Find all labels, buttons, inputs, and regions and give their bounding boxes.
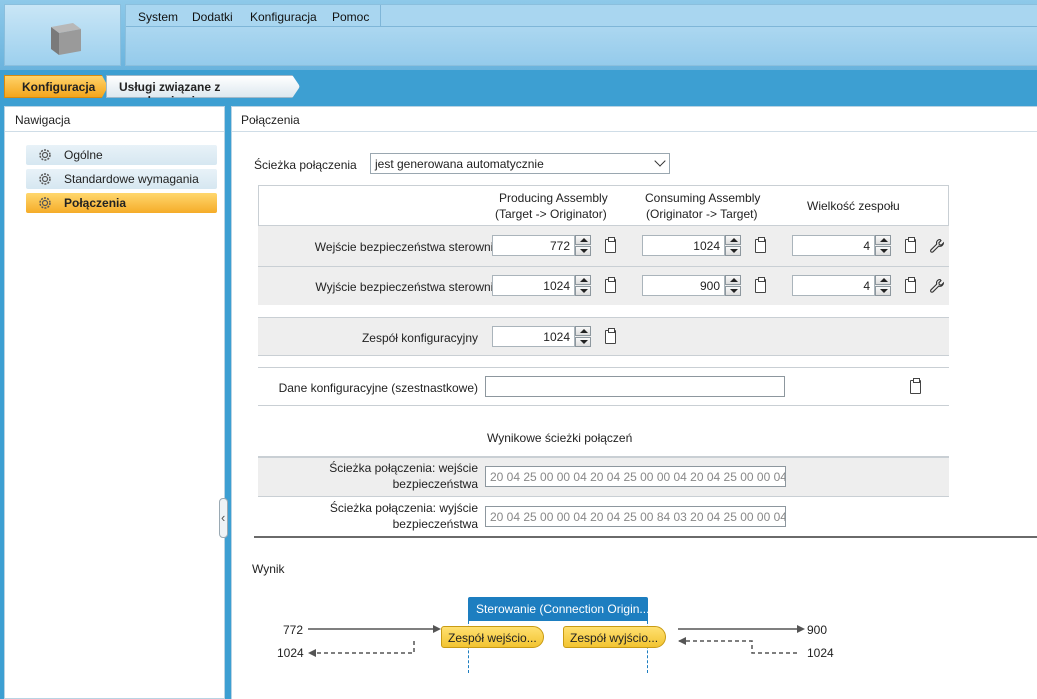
- result-path-input-label: Ścieżka połączenia: wejście: [329, 461, 478, 475]
- stepper-up-button[interactable]: [725, 275, 741, 285]
- column-header-consuming-sub: (Originator -> Target): [646, 207, 758, 221]
- config-data-input[interactable]: [485, 376, 785, 397]
- nav-item-polaczenia[interactable]: Połączenia: [26, 193, 217, 213]
- nav-item-ogolne[interactable]: Ogólne: [26, 145, 217, 165]
- breadcrumb-root-label: Konfiguracja: [22, 80, 96, 94]
- stepper-down-button[interactable]: [575, 286, 591, 296]
- stepper-down-button[interactable]: [725, 246, 741, 256]
- gear-icon: [39, 149, 51, 161]
- page-title: Połączenia: [241, 113, 300, 127]
- section-divider: [254, 536, 1037, 538]
- breadcrumb: Konfiguracja Usługi związane z urządzeni…: [0, 70, 1037, 104]
- stepper-value[interactable]: 772: [492, 235, 575, 256]
- result-path-output-field[interactable]: 20 04 25 00 00 04 20 04 25 00 84 03 20 0…: [485, 506, 786, 527]
- right-output-size: 900: [807, 623, 828, 637]
- wrench-icon[interactable]: [929, 238, 945, 254]
- stepper-up-button[interactable]: [575, 275, 591, 285]
- clipboard-icon[interactable]: [605, 237, 616, 253]
- config-data-label: Dane konfiguracyjne (szestnastkowe): [278, 381, 478, 395]
- stepper-value[interactable]: 1024: [642, 235, 725, 256]
- config-assembly-label: Zespół konfiguracyjny: [361, 331, 478, 345]
- app-header: System Dodatki Konfiguracja Pomoc: [0, 0, 1037, 70]
- wrench-icon[interactable]: [929, 278, 945, 294]
- stepper-up-button[interactable]: [575, 326, 591, 336]
- menu-system[interactable]: System: [138, 10, 178, 24]
- column-header-producing: Producing Assembly: [499, 191, 608, 205]
- stepper-up-button[interactable]: [575, 235, 591, 245]
- result-path-output-label-sub: bezpieczeństwa: [392, 517, 478, 531]
- result-title: Wynik: [252, 562, 285, 576]
- stepper-down-button[interactable]: [575, 246, 591, 256]
- gear-icon: [39, 173, 51, 185]
- breadcrumb-root[interactable]: Konfiguracja: [4, 75, 108, 98]
- stepper-value[interactable]: 1024: [492, 326, 575, 347]
- clipboard-icon[interactable]: [910, 378, 921, 394]
- nav-item-label: Ogólne: [64, 148, 103, 162]
- result-path-input-field[interactable]: 20 04 25 00 00 04 20 04 25 00 00 04 20 0…: [485, 466, 786, 487]
- divider: [232, 131, 1037, 132]
- breadcrumb-current-label: Usługi związane z urządzeniami: [119, 80, 221, 108]
- clipboard-icon[interactable]: [755, 237, 766, 253]
- menu-bar-filler: [381, 5, 1037, 27]
- divider: [5, 131, 224, 132]
- result-path-input-label-sub: bezpieczeństwa: [392, 477, 478, 491]
- column-header-size: Wielkość zespołu: [807, 199, 900, 213]
- connection-path-select[interactable]: jest generowana automatycznie: [370, 153, 670, 174]
- clipboard-icon[interactable]: [905, 237, 916, 253]
- stepper-down-button[interactable]: [725, 286, 741, 296]
- row-label-output: Wyjście bezpieczeństwa sterownika: [315, 280, 506, 294]
- right-input-size: 1024: [807, 646, 834, 660]
- left-input-size: 772: [283, 623, 304, 637]
- chevron-down-icon: [654, 155, 666, 167]
- navigation-title: Nawigacja: [15, 113, 71, 127]
- menu-konfiguracja[interactable]: Konfiguracja: [250, 10, 317, 24]
- breadcrumb-current[interactable]: Usługi związane z urządzeniami: [106, 75, 300, 98]
- clipboard-icon[interactable]: [905, 277, 916, 293]
- connections-panel: Połączenia Ścieżka połączenia jest gener…: [231, 106, 1037, 699]
- device-logo: [4, 4, 121, 66]
- connection-path-value: jest generowana automatycznie: [375, 157, 544, 171]
- nav-item-standardowe-wymagania[interactable]: Standardowe wymagania: [26, 169, 217, 189]
- row-label-input: Wejście bezpieczeństwa sterownika: [314, 240, 506, 254]
- column-header-producing-sub: (Target -> Originator): [495, 207, 607, 221]
- column-header-consuming: Consuming Assembly: [645, 191, 761, 205]
- chevron-left-icon: ‹: [221, 510, 226, 525]
- navigation-panel: Nawigacja Ogólne Standardowe wymagania P…: [4, 106, 225, 699]
- menu-bar: System Dodatki Konfiguracja Pomoc: [126, 5, 381, 27]
- flow-arrows: [308, 625, 805, 657]
- gear-icon: [39, 197, 51, 209]
- stepper-value[interactable]: 1024: [492, 275, 575, 296]
- clipboard-icon[interactable]: [755, 277, 766, 293]
- menu-area: System Dodatki Konfiguracja Pomoc: [125, 4, 1037, 66]
- stepper-up-button[interactable]: [875, 235, 891, 245]
- stepper-value[interactable]: 900: [642, 275, 725, 296]
- stepper-value[interactable]: 4: [792, 235, 875, 256]
- stepper-down-button[interactable]: [575, 337, 591, 347]
- cube-icon: [51, 23, 81, 55]
- result-paths-title: Wynikowe ścieżki połączeń: [487, 431, 633, 445]
- stepper-up-button[interactable]: [725, 235, 741, 245]
- clipboard-icon[interactable]: [605, 328, 616, 344]
- panel-splitter[interactable]: ‹: [219, 498, 228, 538]
- connection-path-label: Ścieżka połączenia: [254, 158, 357, 172]
- stepper-down-button[interactable]: [875, 286, 891, 296]
- result-path-output-label: Ścieżka połączenia: wyjście: [329, 501, 478, 515]
- menu-dodatki[interactable]: Dodatki: [192, 10, 233, 24]
- stepper-up-button[interactable]: [875, 275, 891, 285]
- menu-pomoc[interactable]: Pomoc: [332, 10, 369, 24]
- clipboard-icon[interactable]: [605, 277, 616, 293]
- nav-item-label: Standardowe wymagania: [64, 172, 199, 186]
- nav-item-label: Połączenia: [64, 196, 127, 210]
- left-output-size: 1024: [277, 646, 304, 660]
- stepper-down-button[interactable]: [875, 246, 891, 256]
- stepper-value[interactable]: 4: [792, 275, 875, 296]
